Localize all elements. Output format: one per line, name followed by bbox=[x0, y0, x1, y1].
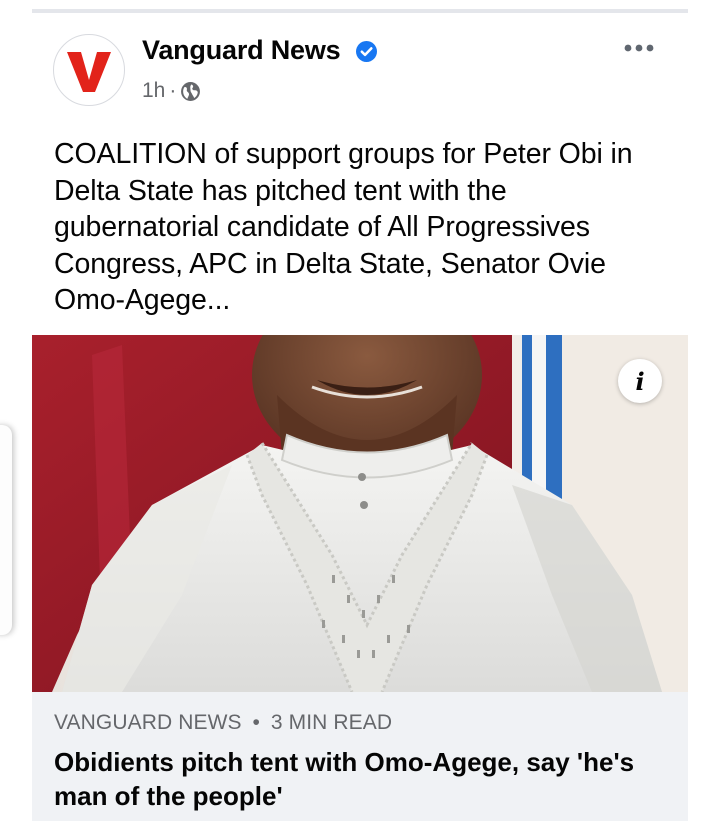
link-title[interactable]: Obidients pitch tent with Omo-Agege, say… bbox=[54, 745, 664, 813]
vanguard-logo-icon bbox=[67, 52, 111, 92]
link-read-time: 3 MIN READ bbox=[270, 711, 393, 734]
link-source: VANGUARD NEWS bbox=[54, 711, 242, 734]
verified-badge-icon bbox=[356, 41, 377, 62]
post-meta: 1h · bbox=[142, 79, 201, 103]
more-options-icon[interactable] bbox=[622, 38, 656, 58]
info-button[interactable]: i bbox=[618, 359, 662, 403]
post-time[interactable]: 1h bbox=[142, 79, 165, 103]
post-header: Vanguard News 1h · bbox=[32, 13, 688, 123]
link-preview-card[interactable]: VANGUARD NEWS • 3 MIN READ Obidients pit… bbox=[32, 692, 688, 821]
link-meta-separator: • bbox=[252, 711, 260, 734]
page-avatar[interactable] bbox=[53, 34, 125, 106]
link-preview-image[interactable]: i bbox=[32, 335, 688, 692]
screen: Vanguard News 1h · COALITION of support … bbox=[0, 0, 720, 836]
page-name[interactable]: Vanguard News bbox=[142, 35, 341, 66]
meta-separator: · bbox=[169, 79, 177, 102]
feed-post: Vanguard News 1h · COALITION of support … bbox=[32, 13, 688, 821]
link-source-line: VANGUARD NEWS • 3 MIN READ bbox=[54, 711, 392, 735]
globe-icon bbox=[181, 81, 201, 101]
news-photo bbox=[32, 335, 688, 692]
post-message: COALITION of support groups for Peter Ob… bbox=[54, 138, 633, 316]
side-panel-edge[interactable] bbox=[0, 425, 12, 635]
